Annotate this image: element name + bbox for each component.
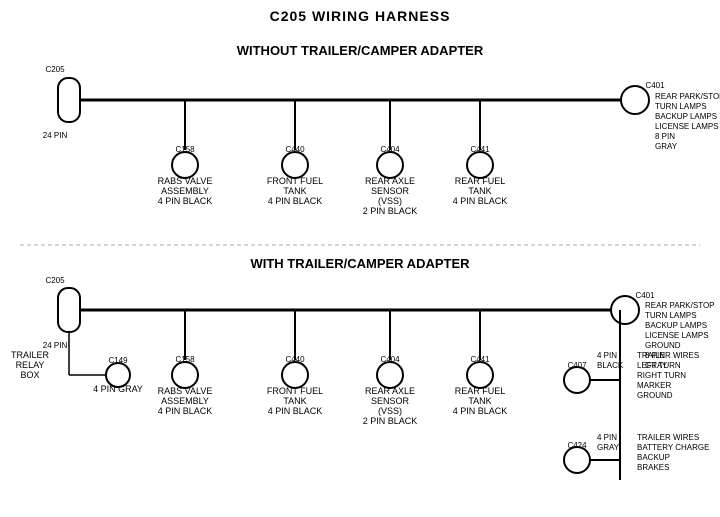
top-c401-desc2: TURN LAMPS — [655, 102, 707, 111]
bot-c149-pins: 4 PIN GRAY — [93, 384, 143, 394]
bot-c424-id: C424 — [567, 441, 587, 450]
top-c158-desc2: ASSEMBLY — [161, 186, 209, 196]
bot-c407-desc2: LEFT TURN — [637, 361, 681, 370]
bot-c441-id: C441 — [470, 355, 490, 364]
top-c404-id: C404 — [380, 145, 400, 154]
bot-c404-desc1: REAR AXLE — [365, 386, 415, 396]
bot-c205-id: C205 — [45, 276, 65, 285]
bot-c424-desc3: BACKUP — [637, 453, 670, 462]
top-c440-desc3: 4 PIN BLACK — [268, 196, 323, 206]
bot-c407-desc1: TRAILER WIRES — [637, 351, 699, 360]
bot-c424-desc1: TRAILER WIRES — [637, 433, 699, 442]
top-c404-desc3: (VSS) — [378, 196, 402, 206]
top-c401-color: GRAY — [655, 142, 678, 151]
top-c158-id: C158 — [175, 145, 195, 154]
bot-c401-desc3: BACKUP LAMPS — [645, 321, 707, 330]
bot-c407-desc5: GROUND — [637, 391, 673, 400]
bot-trailer-relay3: BOX — [20, 370, 39, 380]
bot-c401-desc2: TURN LAMPS — [645, 311, 697, 320]
bot-c424-desc2: BATTERY CHARGE — [637, 443, 709, 452]
top-c404-desc1: REAR AXLE — [365, 176, 415, 186]
top-c404-desc4: 2 PIN BLACK — [363, 206, 418, 216]
bot-c404-desc3: (VSS) — [378, 406, 402, 416]
bot-c401-desc5: GROUND — [645, 341, 681, 350]
top-c401-pins: 8 PIN — [655, 132, 675, 141]
top-c158-desc3: 4 PIN BLACK — [158, 196, 213, 206]
bot-c441-desc1: REAR FUEL — [455, 386, 506, 396]
top-c205-pins: 24 PIN — [43, 131, 68, 140]
top-c404-desc2: SENSOR — [371, 186, 410, 196]
top-c440-desc2: TANK — [283, 186, 306, 196]
bot-c401-id: C401 — [635, 291, 655, 300]
bot-c407-pins1: 4 PIN — [597, 351, 617, 360]
top-c441-desc2: TANK — [468, 186, 491, 196]
bot-c401-desc1: REAR PARK/STOP — [645, 301, 715, 310]
bot-c158-desc1: RABS VALVE — [158, 386, 213, 396]
bot-c158-desc2: ASSEMBLY — [161, 396, 209, 406]
top-c440-desc1: FRONT FUEL — [267, 176, 323, 186]
bot-c440-desc2: TANK — [283, 396, 306, 406]
bot-c401-desc4: LICENSE LAMPS — [645, 331, 709, 340]
bot-c407-desc3: RIGHT TURN — [637, 371, 686, 380]
top-c401-desc3: BACKUP LAMPS — [655, 112, 717, 121]
bottom-section-title: WITH TRAILER/CAMPER ADAPTER — [250, 256, 470, 271]
bot-c441-desc3: 4 PIN BLACK — [453, 406, 508, 416]
bot-c407-pins2: BLACK — [597, 361, 624, 370]
top-c401-desc1: REAR PARK/STOP — [655, 92, 720, 101]
bot-c407-id: C407 — [567, 361, 587, 370]
bot-c424-desc4: BRAKES — [637, 463, 669, 472]
top-c401-desc4: LICENSE LAMPS — [655, 122, 719, 131]
bot-c424-pins2: GRAY — [597, 443, 620, 452]
top-c441-desc1: REAR FUEL — [455, 176, 506, 186]
top-c440-id: C440 — [285, 145, 305, 154]
bot-c440-desc1: FRONT FUEL — [267, 386, 323, 396]
bot-c440-desc3: 4 PIN BLACK — [268, 406, 323, 416]
bot-c407-desc4: MARKER — [637, 381, 671, 390]
top-c205-id: C205 — [45, 65, 65, 74]
bot-trailer-relay2: RELAY — [16, 360, 45, 370]
bot-c404-id: C404 — [380, 355, 400, 364]
bot-c441-desc2: TANK — [468, 396, 491, 406]
bot-c158-id: C158 — [175, 355, 195, 364]
top-c401-id: C401 — [645, 81, 665, 90]
wiring-diagram-svg: WITHOUT TRAILER/CAMPER ADAPTER C205 24 P… — [0, 0, 720, 517]
bot-c158-desc3: 4 PIN BLACK — [158, 406, 213, 416]
bot-c404-desc2: SENSOR — [371, 396, 410, 406]
bot-trailer-relay1: TRAILER — [11, 350, 50, 360]
bot-c424-pins1: 4 PIN — [597, 433, 617, 442]
bot-c440-id: C440 — [285, 355, 305, 364]
top-section-title: WITHOUT TRAILER/CAMPER ADAPTER — [237, 43, 484, 58]
bot-c149-id: C149 — [108, 356, 128, 365]
bot-c404-desc4: 2 PIN BLACK — [363, 416, 418, 426]
top-c441-id: C441 — [470, 145, 490, 154]
top-c158-desc1: RABS VALVE — [158, 176, 213, 186]
diagram-container: C205 WIRING HARNESS WITHOUT TRAILER/CAMP… — [0, 0, 720, 517]
bot-c205-pins: 24 PIN — [43, 341, 68, 350]
top-c441-desc3: 4 PIN BLACK — [453, 196, 508, 206]
